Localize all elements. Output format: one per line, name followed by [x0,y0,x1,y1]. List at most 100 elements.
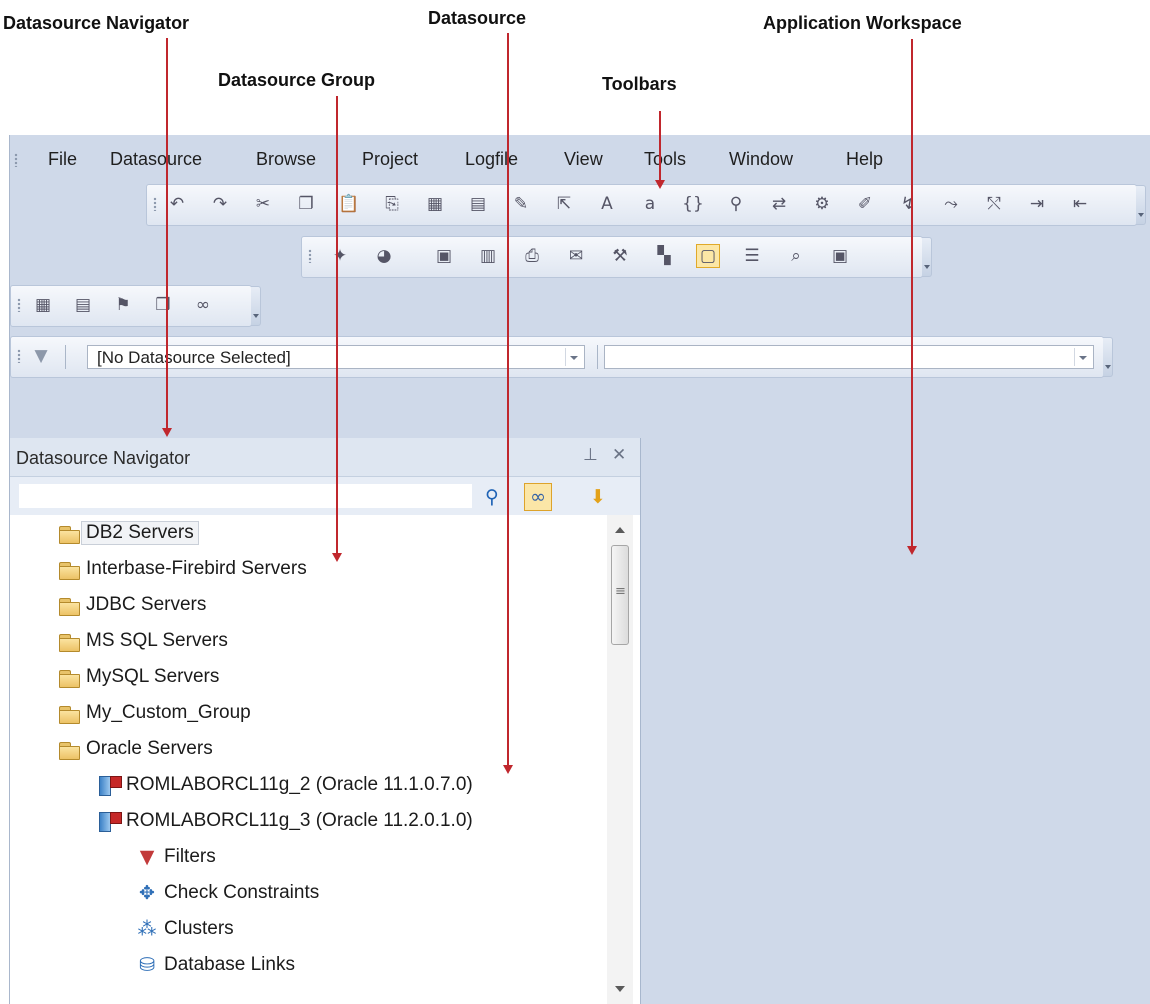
tree-item-label: Clusters [164,918,234,939]
navigator-search-input[interactable] [18,483,473,509]
menu-file[interactable]: File [48,149,77,170]
toolbar-overflow-button[interactable] [1103,337,1113,377]
link-icon[interactable]: ∞ [524,483,552,511]
menu-grip-icon [14,153,18,167]
tree-item[interactable]: ▼ Filters [136,841,216,873]
secondary-select[interactable] [604,345,1094,369]
layout-icon[interactable]: ▚ [652,244,676,268]
scroll-up-icon[interactable] [615,527,625,533]
unformat-icon[interactable]: ⤲ [982,192,1006,216]
toolbar-grip-icon [308,249,312,263]
menu-window[interactable]: Window [729,149,793,170]
folder-icon [58,631,80,652]
tree-item[interactable]: MS SQL Servers [58,625,228,657]
annotation-arrow-icon [655,180,665,189]
folder-icon [58,559,80,580]
filter-icon[interactable]: ▼ [29,344,53,368]
script-icon[interactable]: ▤ [466,192,490,216]
mail-icon[interactable]: ✉ [564,244,588,268]
chevron-down-icon[interactable] [1074,348,1091,366]
tree-item[interactable]: Interbase-Firebird Servers [58,553,307,585]
pin-icon[interactable]: ⊥ [583,445,598,465]
tree-item[interactable]: DB2 Servers [58,517,199,549]
scrollbar-thumb[interactable] [611,545,629,645]
tree-item-label: Database Links [164,954,295,975]
annotation-application-workspace: Application Workspace [763,13,962,33]
font-size-down-icon[interactable]: a [638,192,662,216]
tree-item[interactable]: ROMLABORCL11g_3 (Oracle 11.2.0.1.0) [98,805,473,837]
find-replace-icon[interactable]: ⇄ [767,192,791,216]
export-icon[interactable]: ⇱ [552,192,576,216]
print-icon[interactable]: ⎙ [520,244,544,268]
tree-item[interactable]: ⁂ Clusters [136,913,234,945]
annotation-toolbars: Toolbars [602,74,677,94]
toolbar-grip-icon [17,298,21,312]
save-all-icon[interactable]: ▥ [476,244,500,268]
annotation-line [911,39,913,547]
menu-browse[interactable]: Browse [256,149,316,170]
format-icon[interactable]: ↯ [896,192,920,216]
braces-icon[interactable]: {} [681,192,705,216]
menu-project[interactable]: Project [362,149,418,170]
menu-view[interactable]: View [564,149,603,170]
copy-icon[interactable]: ❐ [294,192,318,216]
pencil-icon[interactable]: ✐ [853,192,877,216]
tree-item[interactable]: ROMLABORCL11g_2 (Oracle 11.1.0.7.0) [98,769,473,801]
scroll-down-icon[interactable] [615,986,625,992]
binoculars-icon[interactable]: ∞ [191,293,215,317]
database-server-icon [98,811,122,832]
edit-icon[interactable]: ✎ [509,192,533,216]
menu-help[interactable]: Help [846,149,883,170]
indent-icon[interactable]: ⇥ [1025,192,1049,216]
undo-icon[interactable]: ↶ [165,192,189,216]
file-toolbar: ✦ ◕ ▣ ▥ ⎙ ✉ ⚒ ▚ ▢ ☰ ⌕ ▣ [301,236,932,278]
preview-icon[interactable]: ⌕ [784,244,808,268]
save-icon[interactable]: ▣ [432,244,456,268]
list-icon[interactable]: ☰ [740,244,764,268]
font-size-up-icon[interactable]: A [595,192,619,216]
copy-window-icon[interactable]: ❒ [151,293,175,317]
tree-scrollbar[interactable] [607,515,633,1004]
tools-icon[interactable]: ⚙ [810,192,834,216]
sql-icon[interactable]: ▦ [423,192,447,216]
toolbar-overflow-button[interactable] [251,286,261,326]
open-icon[interactable]: ◕ [372,244,396,268]
tree-item[interactable]: ⛁ Database Links [136,949,295,981]
tree-item[interactable]: My_Custom_Group [58,697,251,729]
redo-icon[interactable]: ↷ [208,192,232,216]
panel-icon[interactable]: ▣ [828,244,852,268]
toolbar-overflow-button[interactable] [922,237,932,277]
filter-icon: ▼ [139,846,155,868]
grid-icon[interactable]: ▦ [31,293,55,317]
tree-item[interactable]: MySQL Servers [58,661,219,693]
tree-item[interactable]: Oracle Servers [58,733,213,765]
annotation-line [166,38,168,430]
folder-icon [58,523,80,544]
hierarchy-icon[interactable]: ⚑ [111,293,135,317]
menu-logfile[interactable]: Logfile [465,149,518,170]
outdent-icon[interactable]: ⇤ [1068,192,1092,216]
search-icon[interactable]: ⚲ [478,483,506,511]
datasource-navigator-panel: Datasource Navigator ⊥ ✕ ⚲ ∞ ⬇ DB2 Serve… [10,438,641,1004]
detail-icon[interactable]: ▤ [71,293,95,317]
format-sql-icon[interactable]: ⤳ [939,192,963,216]
paste-special-icon[interactable]: ⎘ [380,192,404,216]
annotation-line [336,96,338,554]
close-icon[interactable]: ✕ [612,445,626,465]
tree-item[interactable]: JDBC Servers [58,589,206,621]
settings-icon[interactable]: ⚒ [608,244,632,268]
menu-datasource[interactable]: Datasource [110,149,202,170]
tree-item-label: My_Custom_Group [86,702,251,723]
toolbar-overflow-button[interactable] [1136,185,1146,225]
chevron-down-icon[interactable] [565,348,582,366]
arrow-down-icon[interactable]: ⬇ [584,483,612,511]
cut-icon[interactable]: ✂ [251,192,275,216]
window-icon[interactable]: ▢ [696,244,720,268]
check-constraints-icon: ✥ [139,882,155,904]
tree-item[interactable]: ✥ Check Constraints [136,877,319,909]
new-icon[interactable]: ✦ [328,244,352,268]
menu-tools[interactable]: Tools [644,149,686,170]
tree-item-label: Interbase-Firebird Servers [86,558,307,579]
paste-icon[interactable]: 📋 [337,192,361,216]
find-icon[interactable]: ⚲ [724,192,748,216]
